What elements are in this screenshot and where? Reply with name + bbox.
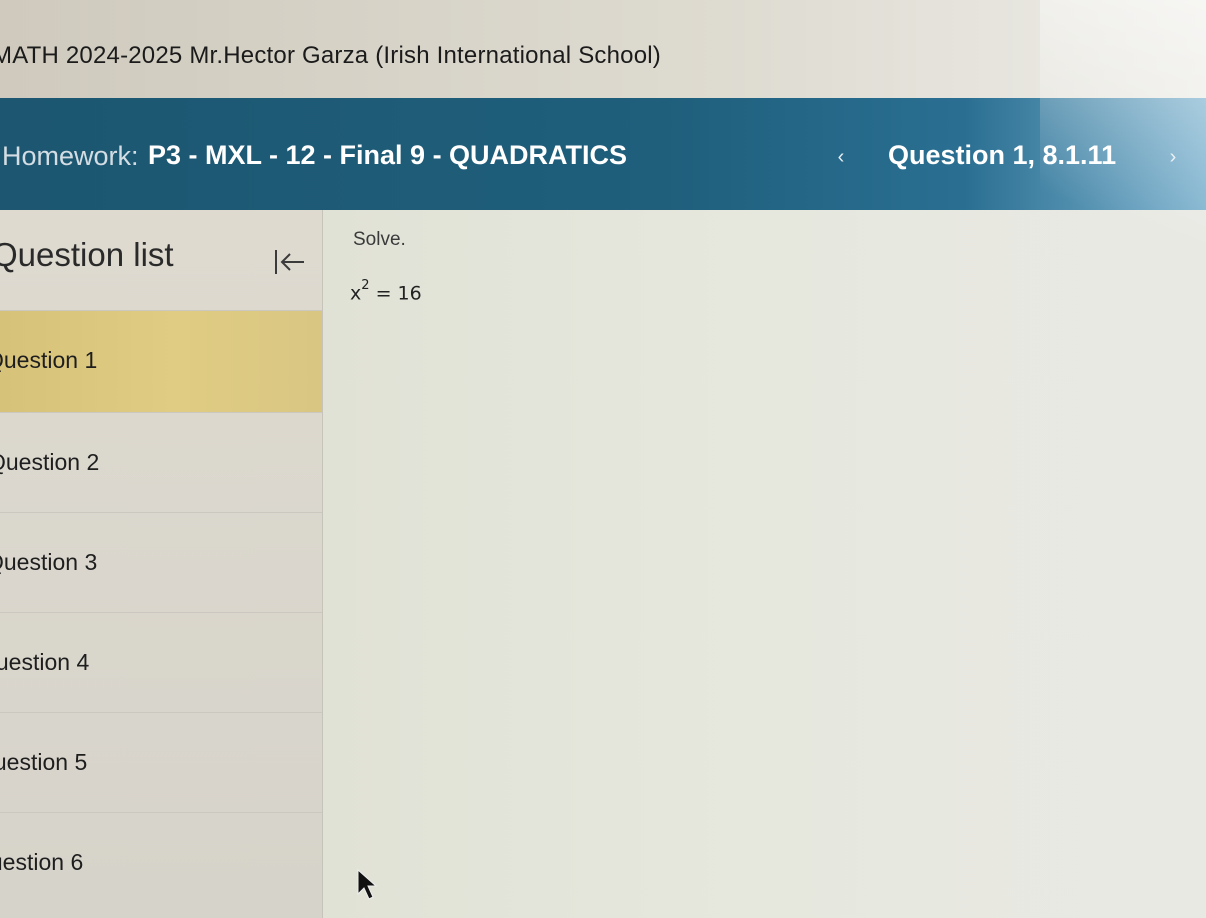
equation-exponent: 2 — [361, 278, 370, 293]
question-list-label: Question 3 — [0, 549, 98, 575]
question-panel — [323, 210, 1206, 918]
question-list-label: Question 4 — [0, 649, 90, 675]
question-list-label: Question 5 — [0, 749, 88, 775]
question-list-label: Question 6 — [0, 849, 84, 875]
question-list-item-3[interactable]: Question 3 — [0, 512, 322, 615]
question-list-label: Question 1 — [0, 347, 98, 373]
equation-rest: = 16 — [369, 282, 422, 305]
next-question-button[interactable]: › — [1162, 144, 1184, 170]
question-list-item-1[interactable]: Question 1 — [0, 310, 322, 413]
question-indicator: Question 1, 8.1.11 — [888, 140, 1117, 170]
question-list-item-4[interactable]: Question 4 — [0, 612, 322, 715]
question-instruction: Solve. — [353, 229, 406, 250]
collapse-sidebar-button[interactable] — [270, 244, 310, 280]
previous-question-button[interactable]: ‹ — [830, 144, 852, 170]
question-list-item-6[interactable]: Question 6 — [0, 812, 322, 915]
collapse-left-icon — [275, 250, 304, 274]
mouse-pointer-icon — [357, 868, 378, 900]
chevron-left-icon: ‹ — [837, 146, 845, 168]
page: MATH 2024-2025 Mr.Hector Garza (Irish In… — [0, 0, 1206, 918]
course-title: MATH 2024-2025 Mr.Hector Garza (Irish In… — [0, 42, 661, 69]
equation-base: x — [350, 282, 362, 305]
question-list-item-2[interactable]: Question 2 — [0, 412, 322, 515]
homework-name: P3 - MXL - 12 - Final 9 - QUADRATICS — [148, 140, 628, 170]
question-list-item-5[interactable]: Question 5 — [0, 712, 322, 815]
question-list-label: Question 2 — [0, 449, 100, 475]
sidebar-title: Question list — [0, 236, 174, 273]
homework-label: Homework: — [2, 141, 139, 171]
question-equation: x2 = 16 — [350, 278, 422, 305]
chevron-right-icon: › — [1169, 146, 1177, 168]
